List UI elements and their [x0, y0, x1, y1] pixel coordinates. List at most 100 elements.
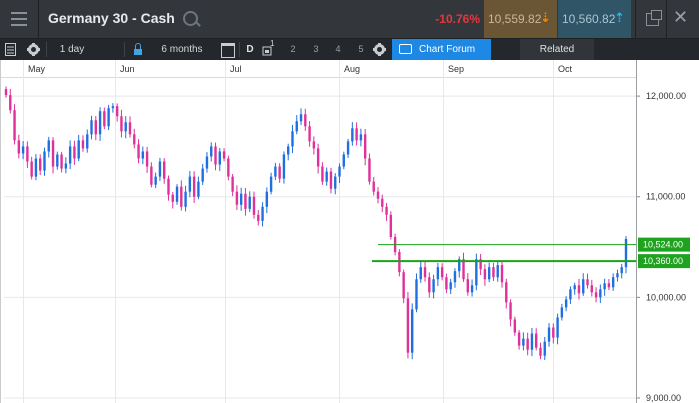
candle-body	[34, 158, 38, 177]
candle-body	[299, 114, 303, 122]
candle-body	[496, 265, 499, 278]
candle-body	[295, 121, 298, 132]
candle-body	[513, 319, 517, 333]
candle-body	[487, 267, 491, 280]
popout-icon[interactable]	[646, 10, 662, 26]
menu-icon[interactable]	[0, 0, 39, 38]
candle-body	[423, 267, 427, 278]
candle-body	[9, 95, 12, 111]
candle-body	[432, 279, 435, 293]
candle-body	[624, 238, 628, 268]
candle-body	[573, 285, 576, 290]
candle-body	[120, 116, 123, 132]
candle-body	[252, 196, 256, 215]
candle-body	[184, 191, 187, 207]
candle-body	[68, 146, 72, 164]
candle-body	[60, 154, 63, 169]
candle-body	[291, 131, 294, 147]
candle-body	[325, 171, 328, 182]
candle-body	[381, 198, 384, 207]
month-label: Sep	[448, 64, 464, 74]
candle-body	[475, 259, 478, 286]
candle-body	[154, 176, 157, 185]
candle-body	[522, 338, 525, 346]
chart-toolbar: 1 day 6 months D 1 2 3 4 5 Chart Forum R…	[0, 39, 699, 60]
gear-icon[interactable]	[27, 43, 40, 56]
level-3-button[interactable]: 3	[311, 39, 321, 60]
candle-body	[192, 176, 196, 197]
draw-level-1[interactable]: 1	[261, 39, 275, 60]
candle-body	[201, 168, 204, 182]
candle-body	[564, 299, 568, 308]
range-select[interactable]: 6 months	[152, 39, 212, 60]
level-4-button[interactable]: 4	[333, 39, 343, 60]
candle-body	[547, 327, 551, 342]
up-arrow-icon: ⇡	[614, 10, 625, 25]
candle-body	[308, 126, 311, 142]
candle-body	[304, 114, 307, 127]
candle-body	[500, 265, 504, 283]
candle-body	[265, 191, 269, 207]
gear-icon[interactable]	[373, 43, 386, 56]
candle-body	[188, 176, 192, 192]
candle-body	[227, 158, 230, 177]
interval-select[interactable]: 1 day	[52, 39, 92, 60]
candle-body	[180, 186, 183, 207]
candle-body	[282, 154, 286, 179]
candle-body	[351, 128, 354, 142]
candle-body	[205, 156, 209, 169]
candle-body	[530, 333, 534, 350]
draw-superscript: 1	[270, 39, 275, 48]
close-icon[interactable]: ✕	[673, 7, 688, 28]
buy-price-button[interactable]: 10,560.82 ⇡	[558, 0, 631, 38]
candle-body	[376, 191, 380, 199]
related-button[interactable]: Related	[520, 39, 594, 60]
candle-body	[389, 214, 393, 237]
buy-price: 10,560.82	[562, 12, 616, 26]
candle-body	[334, 176, 337, 189]
divider	[46, 42, 47, 57]
price-chart[interactable]: May Jun Jul Aug Sep Oct 12,000.00 11,000.00 10,0…	[0, 60, 699, 403]
month-label: Aug	[344, 64, 360, 74]
grid-icon[interactable]	[4, 39, 18, 60]
candle-body	[539, 347, 542, 356]
candle-body	[616, 273, 619, 278]
candle-body	[103, 111, 106, 127]
candle-body	[440, 267, 444, 278]
down-arrow-icon: ⇣	[540, 10, 551, 25]
chart-forum-button[interactable]: Chart Forum	[392, 39, 491, 60]
candle-body	[222, 151, 226, 159]
level-5-button[interactable]: 5	[356, 39, 366, 60]
candle-body	[552, 327, 555, 338]
divider	[124, 42, 125, 57]
month-label: Oct	[558, 64, 573, 74]
candle-body	[107, 108, 110, 127]
candle-body	[248, 196, 251, 209]
calendar-icon[interactable]	[221, 43, 235, 58]
candle-body	[86, 134, 89, 149]
candle-body	[342, 154, 345, 167]
candle-body	[137, 144, 140, 159]
candle-body	[145, 151, 149, 167]
candle-body	[346, 141, 350, 155]
sell-price: 10,559.82	[488, 12, 542, 26]
candle-body	[599, 289, 602, 298]
candle-body	[73, 146, 76, 159]
draw-level-d[interactable]: D	[244, 39, 256, 60]
candle-body	[415, 279, 418, 310]
level-2-button[interactable]: 2	[288, 39, 298, 60]
candle-body	[509, 302, 512, 320]
candle-body	[56, 154, 59, 167]
y-tick-label: 12,000.00	[646, 91, 686, 101]
candle-body	[411, 309, 414, 353]
y-tick-label: 10,000.00	[646, 292, 686, 302]
candle-body	[517, 332, 521, 346]
y-tick-label: 11,000.00	[646, 192, 685, 202]
candle-body	[90, 120, 93, 135]
candle-body	[39, 158, 42, 171]
chat-icon	[399, 44, 412, 54]
search-icon[interactable]	[183, 11, 198, 26]
candle-body	[372, 181, 375, 192]
sell-price-button[interactable]: 10,559.82 ⇣	[484, 0, 557, 38]
month-label: Jun	[120, 64, 135, 74]
